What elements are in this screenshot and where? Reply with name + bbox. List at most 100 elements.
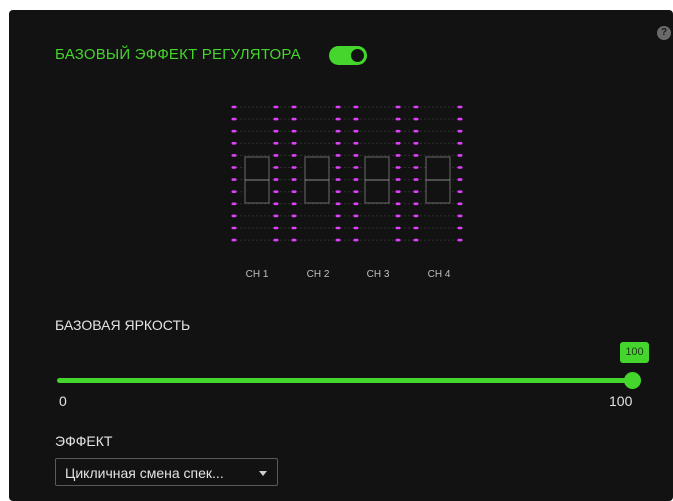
led-dot [291, 226, 297, 230]
led-dot [291, 238, 297, 242]
led-dot [353, 142, 359, 145]
led-dot [395, 154, 401, 157]
led-dot [335, 178, 341, 181]
led-dot [413, 142, 419, 145]
led-dot [231, 117, 237, 121]
led-dot [353, 129, 359, 133]
effect-label: ЭФФЕКТ [55, 433, 113, 449]
channel-label-1: CH 1 [245, 269, 269, 280]
led-dot [231, 238, 237, 242]
led-dot [231, 154, 237, 157]
led-dot [395, 202, 401, 206]
led-dot [273, 226, 279, 230]
led-dot [457, 202, 463, 206]
led-dot [231, 142, 237, 145]
brightness-label: БАЗОВАЯ ЯРКОСТЬ [55, 317, 191, 333]
led-dot [395, 238, 401, 242]
led-dot [231, 105, 237, 109]
fader-preview [231, 105, 463, 242]
led-dot [291, 117, 297, 121]
led-dot [413, 190, 419, 193]
led-dot [413, 202, 419, 206]
led-dot [335, 166, 341, 169]
led-dot [353, 190, 359, 193]
led-dot [395, 105, 401, 109]
led-dot [291, 129, 297, 133]
led-dot [457, 238, 463, 242]
led-dot [335, 202, 341, 206]
led-dot [273, 105, 279, 109]
led-dot [273, 238, 279, 242]
chevron-down-icon [259, 471, 267, 476]
led-dot [457, 154, 463, 157]
led-dot [273, 178, 279, 181]
led-dot [335, 105, 341, 109]
led-dot [231, 129, 237, 133]
led-dot [413, 117, 419, 121]
led-dot [395, 142, 401, 145]
effect-dropdown-value: Цикличная смена спек... [65, 465, 224, 481]
led-dot [291, 190, 297, 193]
led-dot [353, 154, 359, 157]
led-dot [335, 129, 341, 133]
led-dot [335, 214, 341, 218]
led-dot [335, 190, 341, 193]
brightness-value-bubble: 100 [620, 342, 649, 363]
led-dot [457, 129, 463, 133]
led-dot [353, 166, 359, 169]
led-dot [273, 154, 279, 157]
led-dot [335, 117, 341, 121]
led-dot [273, 142, 279, 145]
led-dot [273, 129, 279, 133]
led-dot [231, 202, 237, 206]
channel-label-3: CH 3 [366, 269, 390, 280]
led-dot [395, 117, 401, 121]
led-dot [413, 226, 419, 230]
led-dot [291, 154, 297, 157]
led-dot [413, 105, 419, 109]
led-dot [273, 117, 279, 121]
led-dot [231, 226, 237, 230]
led-dot [353, 105, 359, 109]
led-dot [291, 142, 297, 145]
effect-dropdown[interactable]: Цикличная смена спек... [55, 458, 278, 486]
led-dot [457, 117, 463, 121]
led-dot [457, 105, 463, 109]
led-dot [413, 129, 419, 133]
led-dot [231, 166, 237, 169]
led-dot [395, 178, 401, 181]
led-dot [457, 166, 463, 169]
led-dot [335, 154, 341, 157]
led-dot [291, 214, 297, 218]
led-dot [413, 166, 419, 169]
led-dot [457, 226, 463, 230]
led-dot [353, 117, 359, 121]
brightness-max-label: 100 [609, 393, 633, 409]
led-dot [457, 190, 463, 193]
led-dot [457, 214, 463, 218]
led-dot [335, 142, 341, 145]
led-dot [273, 166, 279, 169]
led-dot [395, 226, 401, 230]
led-dot [413, 214, 419, 218]
led-dot [273, 202, 279, 206]
led-dot [413, 238, 419, 242]
led-dot [231, 214, 237, 218]
led-dot [353, 238, 359, 242]
brightness-slider-thumb[interactable] [624, 372, 641, 389]
brightness-slider-track[interactable] [57, 378, 633, 383]
led-dot [273, 214, 279, 218]
led-dot [231, 190, 237, 193]
led-dot [457, 142, 463, 145]
channel-label-2: CH 2 [306, 269, 330, 280]
led-dot [231, 178, 237, 181]
led-dot [353, 214, 359, 218]
led-dot [273, 190, 279, 193]
led-dot [353, 178, 359, 181]
led-dot [291, 105, 297, 109]
led-dot [395, 129, 401, 133]
led-dot [395, 190, 401, 193]
led-dot [291, 178, 297, 181]
led-dot [457, 178, 463, 181]
led-dot [335, 238, 341, 242]
